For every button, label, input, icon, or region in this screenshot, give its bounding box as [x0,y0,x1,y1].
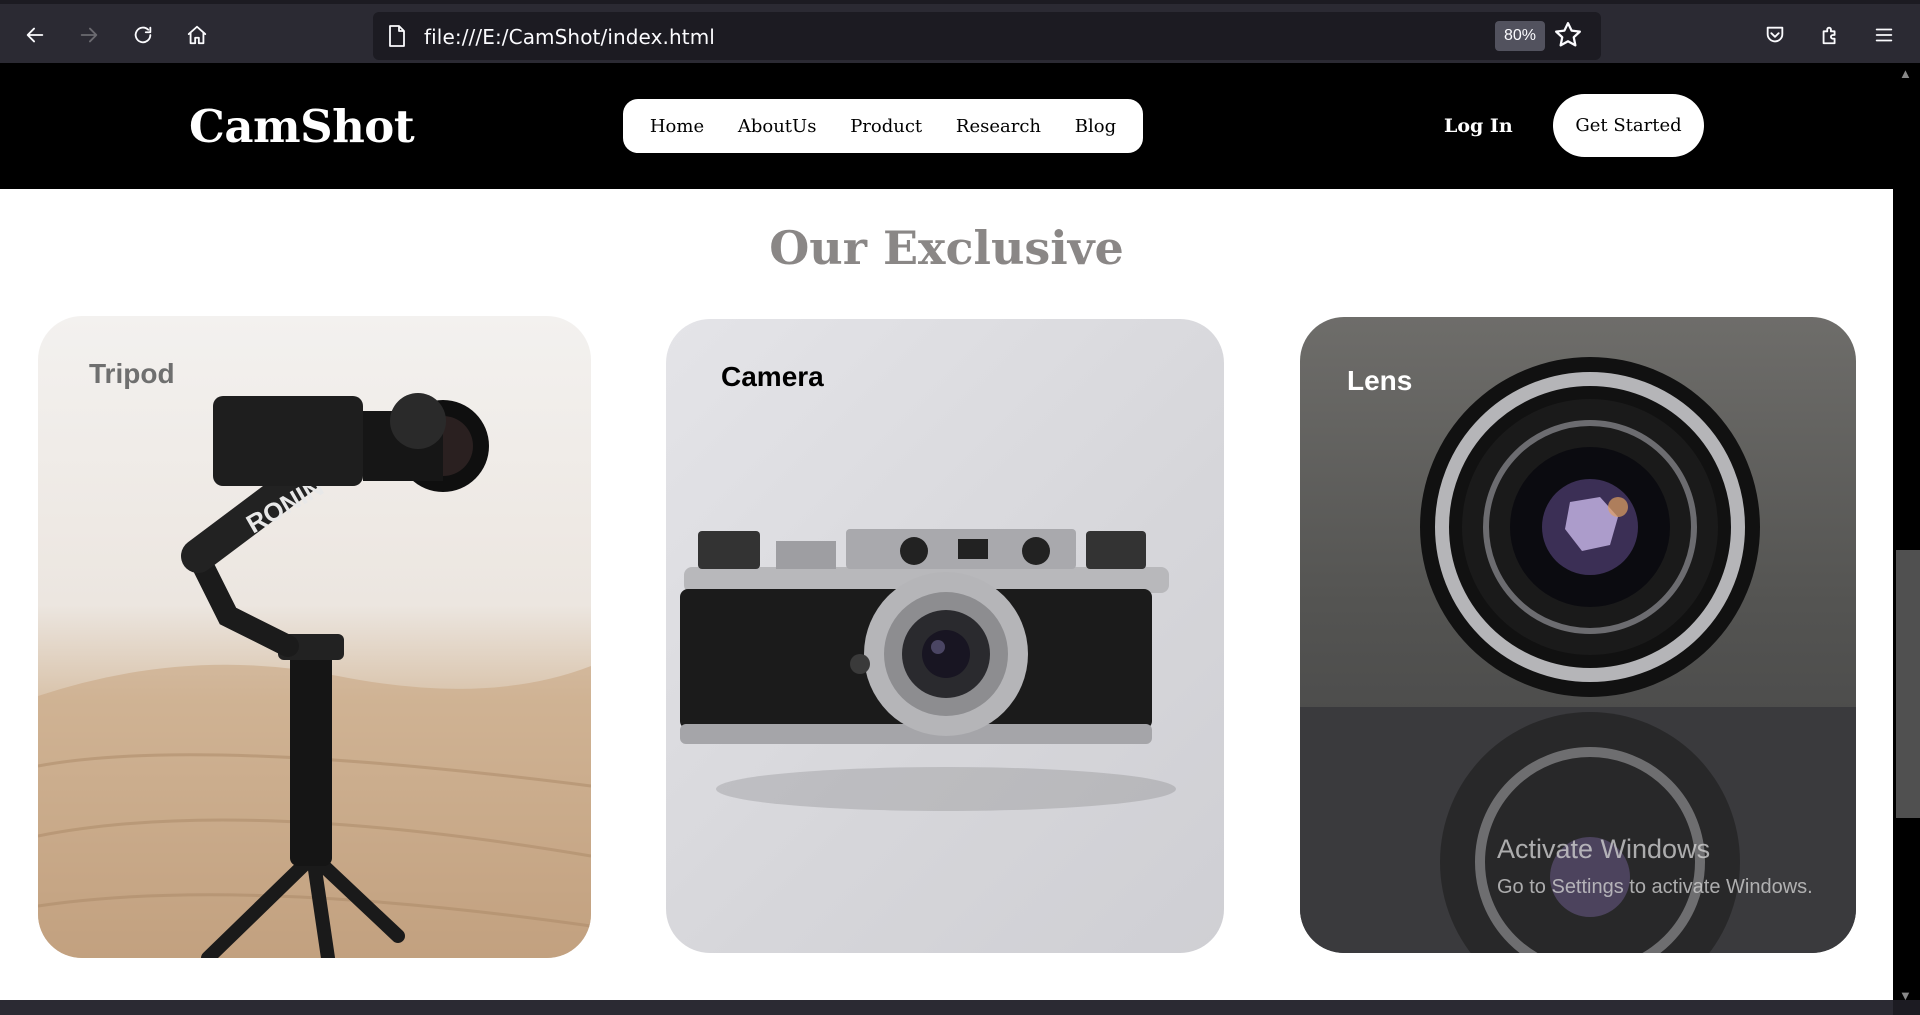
page-scrollbar[interactable] [1893,63,1920,1000]
extensions-button[interactable] [1813,18,1847,52]
bookmark-star-icon[interactable] [1553,20,1583,50]
main-nav: Home AboutUs Product Research Blog [623,99,1143,153]
nav-home[interactable]: Home [650,116,704,137]
pocket-button[interactable] [1758,18,1792,52]
pocket-icon [1766,26,1784,43]
app-menu-button[interactable] [1867,18,1901,52]
nav-product[interactable]: Product [850,116,922,137]
url-text[interactable]: file:///E:/CamShot/index.html [424,25,715,49]
forward-button[interactable] [72,18,106,52]
forward-icon [80,27,98,43]
browser-toolbar: file:///E:/CamShot/index.html 80% [0,0,1920,63]
reload-button[interactable] [126,18,160,52]
activate-windows-subtitle: Go to Settings to activate Windows. [1497,876,1813,898]
home-button[interactable] [180,18,214,52]
camera-image [680,529,1176,811]
nav-research[interactable]: Research [956,116,1041,137]
home-icon [187,25,207,45]
extensions-icon [1822,26,1836,45]
url-bar[interactable]: file:///E:/CamShot/index.html 80% [373,12,1601,60]
scroll-down-arrow-icon[interactable]: ▼ [1899,988,1912,1003]
product-card-tripod[interactable]: RONIN Tripod [38,316,591,958]
zoom-level-badge[interactable]: 80% [1495,21,1545,51]
card-label-camera: Camera [721,361,824,392]
card-label-lens: Lens [1347,365,1413,396]
product-card-camera[interactable]: Camera [666,319,1224,953]
site-logo[interactable]: CamShot [189,100,415,153]
nav-aboutus[interactable]: AboutUs [738,116,817,137]
scroll-up-arrow-icon[interactable]: ▲ [1899,66,1912,81]
reload-icon [134,26,152,44]
site-header: CamShot Home AboutUs Product Research Bl… [0,63,1893,189]
page-viewport: CamShot Home AboutUs Product Research Bl… [0,63,1893,1000]
menu-icon [1875,28,1893,42]
window-bottom-edge [0,1000,1893,1015]
back-button[interactable] [18,18,52,52]
section-title: Our Exclusive [769,221,1124,275]
activate-windows-title: Activate Windows [1497,834,1711,864]
scrollbar-thumb[interactable] [1896,550,1920,818]
page-icon [389,25,405,47]
gimbal-image: RONIN [38,393,591,958]
get-started-button[interactable]: Get Started [1553,94,1704,157]
nav-blog[interactable]: Blog [1075,116,1116,137]
card-label-tripod: Tripod [89,358,175,389]
login-link[interactable]: Log In [1444,115,1513,137]
back-icon [26,27,44,43]
